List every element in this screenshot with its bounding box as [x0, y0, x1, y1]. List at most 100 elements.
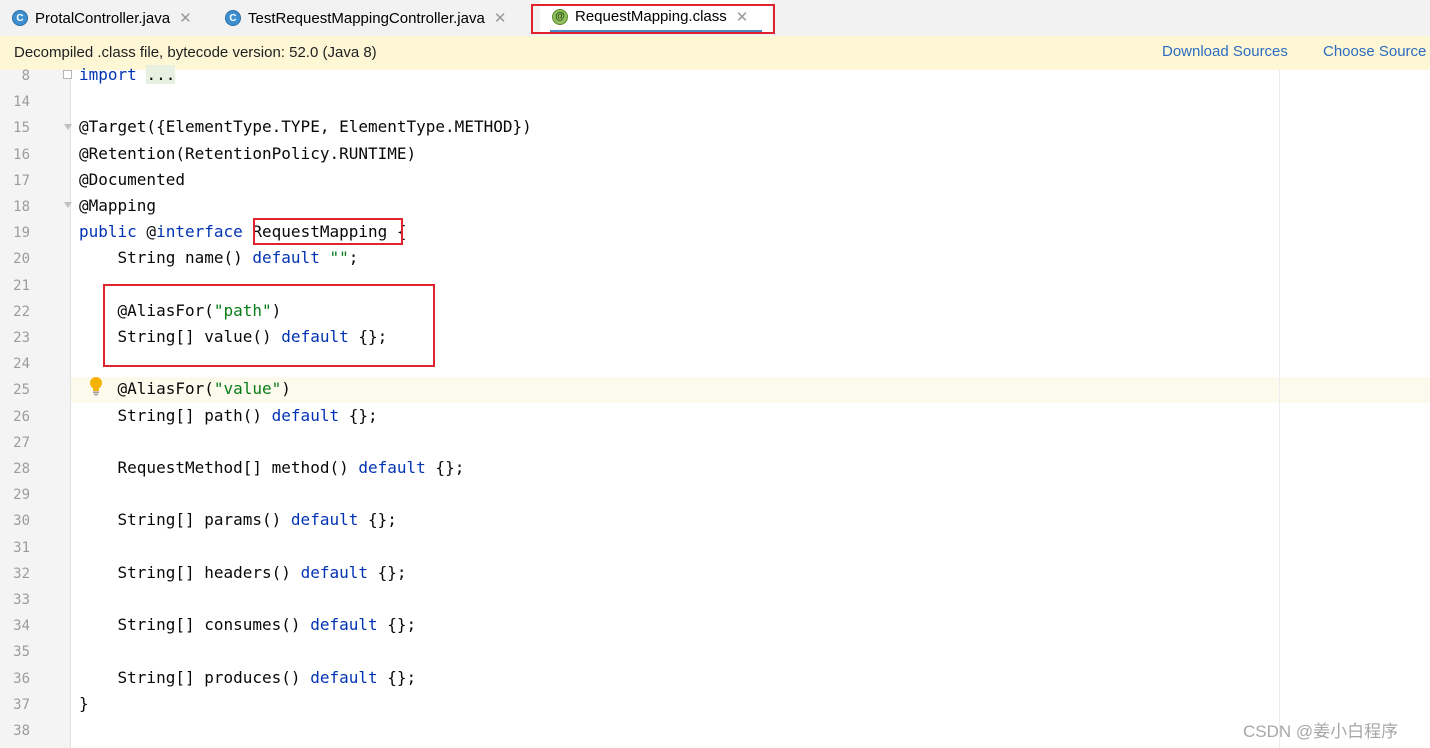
code-line: String[] headers() default {}; [79, 563, 407, 582]
code-line: RequestMethod[] method() default {}; [79, 458, 465, 477]
line-number: 33 [13, 592, 30, 608]
line-number: 27 [13, 434, 30, 451]
line-number: 31 [13, 539, 30, 556]
line-number: 21 [13, 277, 30, 294]
line-number: 19 [13, 225, 30, 242]
tab-label: RequestMapping.class [575, 8, 727, 25]
banner-message: Decompiled .class file, bytecode version… [14, 44, 377, 61]
line-number: 37 [13, 696, 30, 713]
code-keyword: default [281, 327, 349, 346]
code-line: @Mapping [79, 196, 156, 215]
code-token: String[] consumes() [79, 615, 311, 635]
code-line: String[] consumes() default {}; [79, 615, 417, 635]
class-c-icon: C [225, 10, 241, 26]
code-keyword: default [310, 667, 378, 687]
code-token: @AliasFor( [79, 300, 214, 320]
code-line: String[] path() default {}; [79, 406, 378, 425]
line-number: 15 [13, 120, 30, 137]
choose-sources-link[interactable]: Choose Source [1323, 43, 1426, 60]
code-token: @ [136, 222, 157, 242]
line-number: 26 [13, 408, 30, 425]
code-token: String name() [79, 248, 253, 268]
line-number: 35 [13, 644, 30, 661]
code-token: @Retention(RetentionPolicy.RUNTIME) [79, 143, 417, 163]
code-line: import ... [79, 65, 176, 84]
code-string: "" [329, 248, 349, 268]
line-number: 30 [13, 513, 30, 530]
fold-collapse-icon[interactable] [64, 124, 72, 130]
code-keyword: default [252, 248, 320, 268]
code-token: String[] headers() [79, 562, 301, 582]
code-token: String[] produces() [79, 667, 311, 687]
code-token: RequestMapping { [242, 222, 407, 242]
line-number: 32 [13, 565, 30, 582]
line-number: 20 [13, 251, 30, 268]
fold-collapse-icon[interactable] [64, 202, 72, 208]
code-keyword: default [310, 615, 378, 635]
tab-test-request-mapping-controller[interactable]: C TestRequestMappingController.java ✕ [225, 0, 506, 36]
fold-expand-icon[interactable] [63, 70, 72, 79]
close-icon[interactable]: ✕ [179, 9, 192, 27]
code-token: @Target({ElementType.TYPE, ElementType.M… [79, 117, 532, 137]
code-keyword: default [358, 458, 426, 477]
tab-protal-controller[interactable]: C ProtalController.java ✕ [12, 0, 192, 36]
code-line: String name() default ""; [79, 248, 359, 268]
tab-request-mapping-class[interactable]: @ RequestMapping.class ✕ [540, 0, 772, 33]
line-number: 28 [13, 461, 30, 477]
code-line: @Target({ElementType.TYPE, ElementType.M… [79, 117, 532, 136]
code-string: "path" [213, 300, 272, 320]
close-icon[interactable]: ✕ [494, 9, 507, 27]
code-line: String[] params() default {}; [79, 510, 397, 529]
close-icon[interactable]: ✕ [736, 8, 749, 26]
code-token: String[] value() [79, 327, 282, 346]
code-token: {}; [377, 667, 417, 687]
tab-label: TestRequestMappingController.java [248, 9, 485, 27]
annotation-icon: @ [552, 8, 568, 25]
decompiled-notice-banner: Decompiled .class file, bytecode version… [0, 36, 1430, 71]
watermark: CSDN @姜小白程序 [1243, 722, 1399, 741]
code-keyword: public [79, 222, 137, 242]
code-string: "value" [213, 379, 282, 399]
active-tab-indicator [550, 30, 762, 33]
code-line: @AliasFor("value") [79, 379, 291, 398]
code-line: } [79, 694, 89, 713]
line-number: 38 [13, 723, 30, 739]
line-number: 25 [13, 382, 30, 399]
code-token: ) [271, 300, 282, 320]
code-token: @Documented [79, 169, 185, 189]
code-token: ; [348, 248, 359, 268]
line-number: 23 [13, 330, 30, 346]
line-number: 29 [13, 487, 30, 504]
code-keyword: interface [156, 222, 243, 242]
code-token: {}; [368, 562, 407, 582]
lightbulb-icon[interactable] [89, 376, 103, 396]
tab-label: ProtalController.java [35, 9, 171, 27]
code-keyword: import [79, 65, 137, 84]
code-token: RequestMethod[] method() [79, 458, 359, 477]
code-line: public @interface RequestMapping { [79, 222, 407, 241]
line-number: 8 [21, 68, 30, 84]
code-token: ... [146, 65, 176, 84]
line-number: 17 [13, 172, 30, 189]
code-token: {}; [339, 405, 378, 425]
download-sources-link[interactable]: Download Sources [1162, 43, 1288, 60]
code-line: String[] produces() default {}; [79, 667, 417, 687]
code-keyword: default [300, 562, 368, 582]
right-margin-guide [1279, 70, 1280, 748]
code-keyword: default [290, 510, 359, 530]
code-token: String[] path() [79, 405, 272, 425]
code-token: ) [281, 379, 291, 399]
code-token: } [79, 693, 89, 713]
code-token: @Mapping [79, 196, 157, 215]
line-number: 22 [13, 303, 30, 320]
code-token: {}; [377, 615, 417, 635]
code-token: String[] params() [79, 510, 291, 530]
code-token: {}; [425, 458, 465, 477]
code-line: String[] value() default {}; [79, 327, 388, 346]
code-line: @AliasFor("path") [79, 300, 282, 320]
code-line: @Retention(RetentionPolicy.RUNTIME) [79, 144, 416, 163]
line-number: 14 [13, 94, 30, 111]
code-line: @Documented [79, 170, 185, 189]
class-c-icon: C [12, 10, 28, 26]
